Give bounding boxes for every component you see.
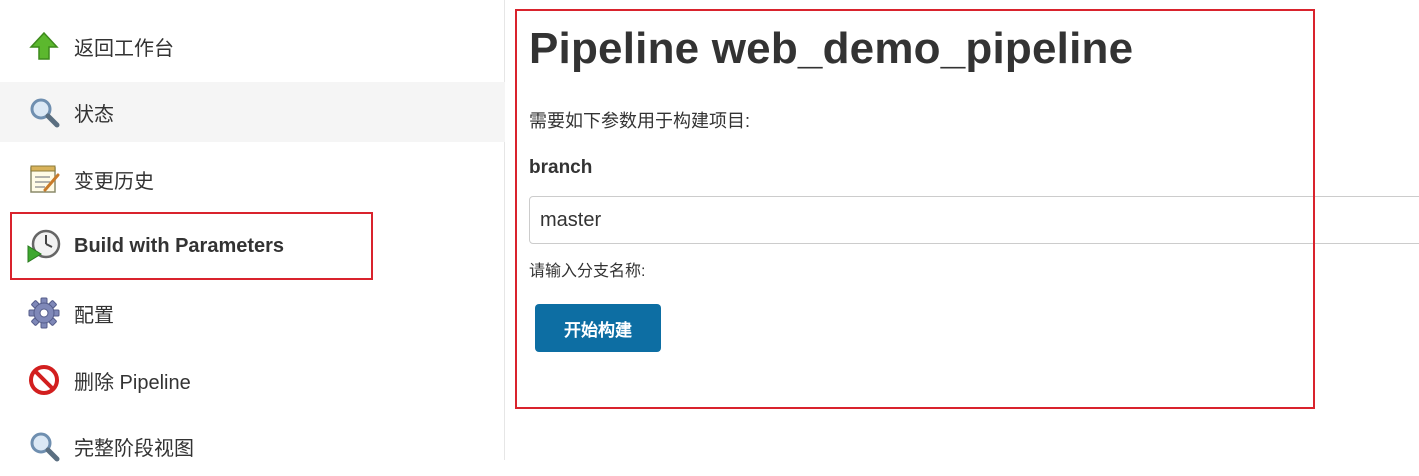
sidebar-item-label: 完整阶段视图	[74, 437, 194, 460]
sidebar: 返回工作台 状态 变更历史 Build with Parameters 配置 删…	[0, 0, 505, 462]
sidebar-item-build-with-parameters[interactable]: Build with Parameters	[0, 216, 505, 276]
search-icon	[26, 428, 62, 464]
sidebar-item-label: 删除 Pipeline	[74, 371, 191, 394]
sidebar-item-label: 变更历史	[74, 170, 154, 193]
sidebar-item-status[interactable]: 状态	[0, 82, 505, 142]
sidebar-item-label: 状态	[74, 103, 114, 126]
parameter-name: branch	[529, 157, 593, 178]
parameter-help: 请输入分支名称:	[529, 263, 646, 280]
notepad-icon	[26, 161, 62, 197]
sidebar-item-delete-pipeline[interactable]: 删除 Pipeline	[0, 350, 505, 410]
search-icon	[26, 94, 62, 130]
main-content: Pipeline web_demo_pipeline 需要如下参数用于构建项目:…	[505, 0, 1419, 460]
sidebar-item-label: 返回工作台	[74, 37, 174, 60]
sidebar-item-back-to-dashboard[interactable]: 返回工作台	[0, 16, 505, 76]
sidebar-item-changes[interactable]: 变更历史	[0, 149, 505, 209]
sidebar-item-label: 配置	[74, 304, 114, 327]
branch-input[interactable]	[529, 196, 1419, 244]
no-entry-icon	[26, 362, 62, 398]
gear-icon	[26, 295, 62, 331]
parameters-description: 需要如下参数用于构建项目:	[529, 111, 750, 131]
build-button[interactable]: 开始构建	[535, 304, 661, 352]
page-title: Pipeline web_demo_pipeline	[529, 24, 1134, 73]
sidebar-item-configure[interactable]: 配置	[0, 283, 505, 343]
up-arrow-icon	[26, 28, 62, 64]
clock-play-icon	[26, 228, 62, 264]
sidebar-item-full-stage-view[interactable]: 完整阶段视图	[0, 416, 505, 476]
sidebar-item-label: Build with Parameters	[74, 234, 285, 257]
